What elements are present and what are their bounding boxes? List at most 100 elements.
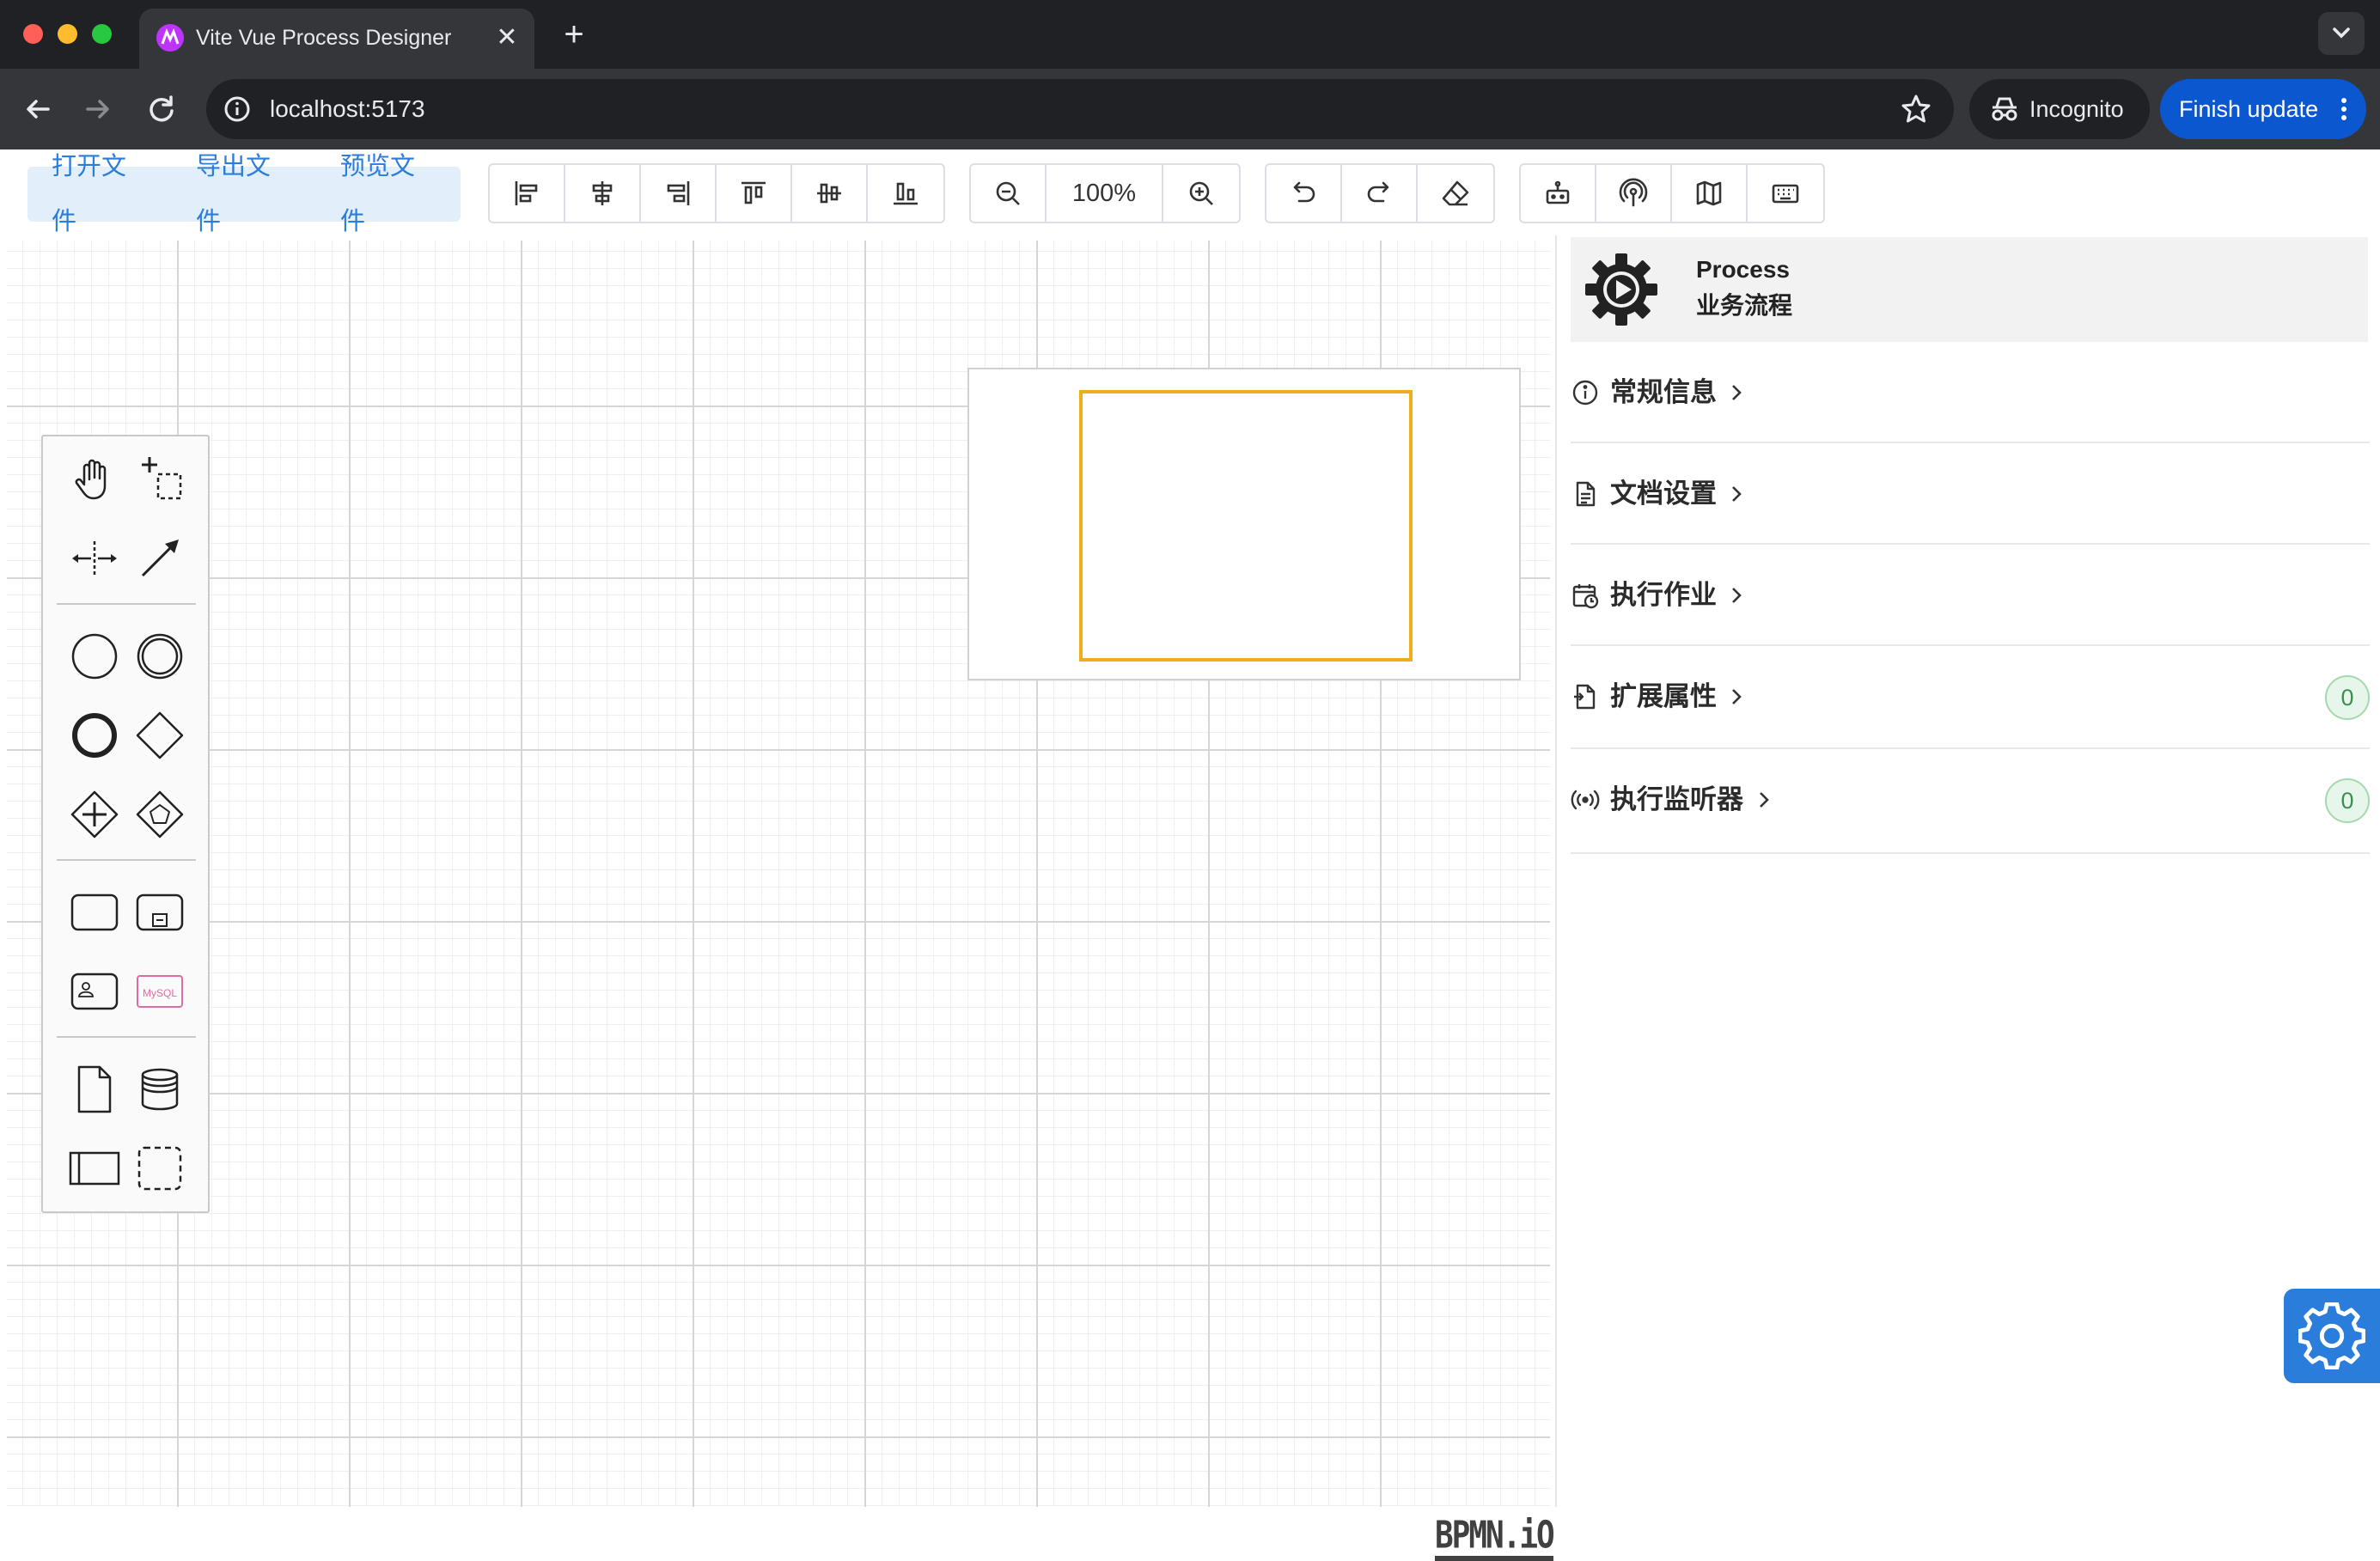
open-file-button[interactable]: 打开文件 <box>27 139 172 249</box>
zoom-out-button[interactable] <box>971 165 1047 222</box>
tab-search-button[interactable] <box>2318 12 2365 55</box>
parallel-gateway-tool[interactable] <box>62 782 127 847</box>
element-type-label: Process <box>1696 256 1790 283</box>
reload-icon[interactable] <box>143 90 180 128</box>
exclusive-gateway-tool[interactable] <box>127 703 192 768</box>
align-right-button[interactable] <box>641 165 717 222</box>
forward-arrow-icon[interactable] <box>79 90 117 128</box>
settings-fab[interactable] <box>2284 1289 2380 1383</box>
url-text[interactable]: localhost:5173 <box>270 94 425 125</box>
align-center-button[interactable] <box>565 165 641 222</box>
extra-toolbar <box>1519 163 1825 223</box>
new-tab-button[interactable]: + <box>558 17 589 52</box>
group-extension-properties[interactable]: 扩展属性 0 <box>1571 646 2370 749</box>
preview-file-button[interactable]: 预览文件 <box>316 139 461 249</box>
finish-update-button[interactable]: Finish update <box>2160 79 2366 139</box>
subprocess-tool[interactable] <box>127 880 192 945</box>
chevron-right-icon <box>1760 792 1769 808</box>
group-general-info[interactable]: 常规信息 <box>1571 342 2370 443</box>
global-connect-tool[interactable] <box>127 526 192 591</box>
map-icon <box>1696 180 1722 206</box>
event-gateway-tool[interactable] <box>127 782 192 847</box>
pool-icon <box>69 1151 120 1186</box>
keyboard-icon <box>1772 184 1799 204</box>
space-tool[interactable] <box>62 526 127 591</box>
tab-close-icon[interactable]: ✕ <box>491 22 522 53</box>
redo-icon <box>1367 181 1389 203</box>
mysql-task-tool[interactable]: MySQL <box>127 959 192 1024</box>
minimap-toggle-button[interactable] <box>1672 165 1748 222</box>
event-gateway-icon <box>136 790 184 838</box>
end-event-tool[interactable] <box>62 703 127 768</box>
more-vert-icon <box>2341 98 2346 120</box>
palette-separator <box>57 603 196 605</box>
chevron-right-icon <box>1732 486 1742 502</box>
space-tool-icon <box>72 541 117 576</box>
zoom-in-icon <box>1189 181 1213 205</box>
task-tool[interactable] <box>62 880 127 945</box>
bpmn-canvas[interactable]: MySQL BPMN.iO <box>7 241 1555 1561</box>
zoom-level[interactable]: 100% <box>1047 165 1163 222</box>
minimap-viewport[interactable] <box>1079 390 1413 662</box>
process-designer-app: 打开文件 导出文件 预览文件 100% MySQL BPMN.iO Proces… <box>0 149 2380 1561</box>
panel-header: Process 业务流程 <box>1571 237 2368 342</box>
lasso-tool-icon <box>142 457 182 500</box>
start-event-icon <box>71 633 118 680</box>
info-circle-icon <box>1572 380 1598 405</box>
zoom-in-button[interactable] <box>1163 165 1239 222</box>
incognito-indicator[interactable]: Incognito <box>1969 79 2150 139</box>
hand-tool[interactable] <box>62 447 127 512</box>
simulation-button[interactable] <box>1521 165 1596 222</box>
broadcast-button[interactable] <box>1596 165 1672 222</box>
user-task-icon <box>70 973 119 1010</box>
browser-toolbar: localhost:5173 Incognito Finish update <box>0 69 2380 149</box>
group-job-execution[interactable]: 执行作业 <box>1571 545 2370 646</box>
zoom-out-icon <box>996 181 1020 205</box>
settings-gear-icon <box>2298 1302 2365 1369</box>
keyboard-shortcuts-button[interactable] <box>1748 165 1823 222</box>
group-tool[interactable] <box>127 1136 192 1201</box>
align-bottom-icon <box>894 182 918 205</box>
bpmn-io-watermark[interactable]: BPMN.iO <box>1435 1516 1555 1561</box>
zoom-toolbar: 100% <box>969 163 1241 223</box>
element-name-label: 业务流程 <box>1696 292 1793 319</box>
back-arrow-icon[interactable] <box>19 90 57 128</box>
exclusive-gateway-icon <box>136 711 184 759</box>
window-maximize-button[interactable] <box>92 24 112 44</box>
pool-tool[interactable] <box>62 1136 127 1201</box>
group-execution-listeners[interactable]: 执行监听器 0 <box>1571 749 2370 854</box>
lasso-tool[interactable] <box>127 447 192 512</box>
align-left-button[interactable] <box>490 165 565 222</box>
hand-tool-icon <box>75 459 107 500</box>
finish-update-label: Finish update <box>2179 96 2319 122</box>
align-bottom-button[interactable] <box>868 165 943 222</box>
calendar-clock-icon <box>1572 584 1599 609</box>
address-bar[interactable]: localhost:5173 <box>206 79 1954 139</box>
redo-button[interactable] <box>1342 165 1418 222</box>
broadcast-signal-icon <box>1571 790 1600 810</box>
file-extension-icon <box>1574 684 1596 710</box>
connect-tool-icon <box>141 540 179 577</box>
data-store-tool[interactable] <box>127 1057 192 1122</box>
data-object-tool[interactable] <box>62 1057 127 1122</box>
start-event-tool[interactable] <box>62 624 127 689</box>
align-top-button[interactable] <box>717 165 792 222</box>
window-minimize-button[interactable] <box>58 24 77 44</box>
export-file-button[interactable]: 导出文件 <box>172 139 316 249</box>
bookmark-star-icon[interactable] <box>1899 92 1933 126</box>
vite-favicon-icon <box>156 24 184 52</box>
window-close-button[interactable] <box>23 24 43 44</box>
intermediate-event-tool[interactable] <box>127 624 192 689</box>
minimap[interactable] <box>967 368 1521 680</box>
chevron-right-icon <box>1732 588 1742 603</box>
undo-button[interactable] <box>1266 165 1342 222</box>
site-info-icon[interactable] <box>222 94 253 125</box>
user-task-tool[interactable] <box>62 959 127 1024</box>
align-middle-button[interactable] <box>792 165 868 222</box>
group-documentation[interactable]: 文档设置 <box>1571 443 2370 545</box>
browser-tabstrip: Vite Vue Process Designer ✕ + <box>0 0 2380 69</box>
clear-button[interactable] <box>1418 165 1493 222</box>
browser-tab-active[interactable]: Vite Vue Process Designer ✕ <box>139 9 534 69</box>
group-label: 执行监听器 <box>1610 784 1743 814</box>
process-gear-icon <box>1585 253 1657 326</box>
